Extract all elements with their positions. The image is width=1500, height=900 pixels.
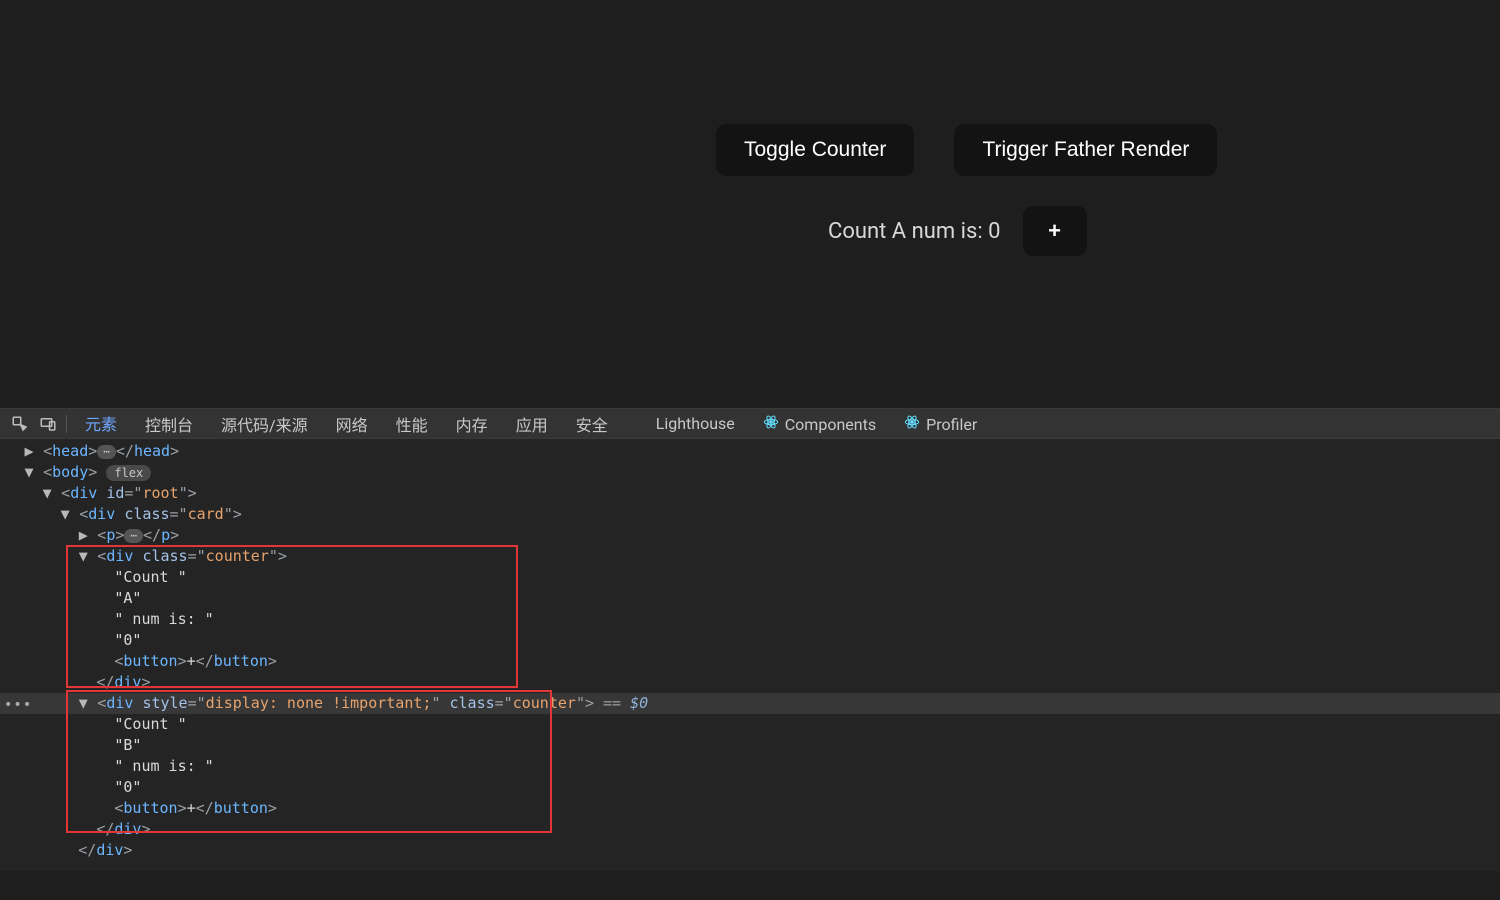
toggle-counter-button[interactable]: Toggle Counter [716, 124, 914, 176]
dom-node-counter-a-close[interactable]: </div> [0, 672, 1500, 693]
dom-node-counter-b-selected[interactable]: ▼ <div style="display: none !important;"… [0, 693, 1500, 714]
dom-node-head[interactable]: ▶ <head>⋯</head> [0, 441, 1500, 462]
dom-node-card-close[interactable]: </div> [0, 840, 1500, 861]
counter-label: Count A num is: 0 [828, 219, 1001, 244]
tab-sources[interactable]: 源代码/来源 [207, 408, 322, 440]
dom-node-root[interactable]: ▼ <div id="root"> [0, 483, 1500, 504]
devtools-tabbar: 元素 控制台 源代码/来源 网络 性能 内存 应用 安全 Lighthouse … [0, 409, 1500, 439]
dom-node-card[interactable]: ▼ <div class="card"> [0, 504, 1500, 525]
dom-text-numis-b[interactable]: " num is: " [0, 756, 1500, 777]
tab-security[interactable]: 安全 [562, 408, 622, 440]
dom-text-count[interactable]: "Count " [0, 567, 1500, 588]
dom-node-body[interactable]: ▼ <body> flex [0, 462, 1500, 483]
tab-memory[interactable]: 内存 [442, 408, 502, 440]
tabbar-separator [66, 415, 67, 433]
gutter-more-icon[interactable]: ••• [4, 695, 32, 716]
react-icon [763, 414, 779, 430]
tab-network[interactable]: 网络 [322, 408, 382, 440]
tab-profiler[interactable]: Profiler [890, 410, 991, 438]
tab-components-label: Components [785, 415, 876, 434]
tab-console[interactable]: 控制台 [131, 408, 207, 440]
dom-text-a[interactable]: "A" [0, 588, 1500, 609]
devtools-panel: 元素 控制台 源代码/来源 网络 性能 内存 应用 安全 Lighthouse … [0, 408, 1500, 871]
dom-node-button-b[interactable]: <button>+</button> [0, 798, 1500, 819]
dom-text-zero[interactable]: "0" [0, 630, 1500, 651]
dom-node-p[interactable]: ▶ <p>⋯</p> [0, 525, 1500, 546]
dom-text-numis[interactable]: " num is: " [0, 609, 1500, 630]
dom-text-b[interactable]: "B" [0, 735, 1500, 756]
tab-lighthouse[interactable]: Lighthouse [642, 410, 749, 437]
flex-badge[interactable]: flex [106, 465, 151, 481]
tab-performance[interactable]: 性能 [382, 408, 442, 440]
app-viewport: Toggle Counter Trigger Father Render Cou… [0, 0, 1500, 408]
react-icon [904, 414, 920, 430]
inspect-element-icon[interactable] [6, 410, 34, 438]
trigger-father-render-button[interactable]: Trigger Father Render [954, 124, 1217, 176]
dom-text-zero-b[interactable]: "0" [0, 777, 1500, 798]
counter-row: Count A num is: 0 + [828, 206, 1087, 256]
dom-node-counter-a[interactable]: ▼ <div class="counter"> [0, 546, 1500, 567]
dom-text-count-b[interactable]: "Count " [0, 714, 1500, 735]
device-toolbar-icon[interactable] [34, 410, 62, 438]
tab-elements[interactable]: 元素 [71, 407, 131, 441]
tab-application[interactable]: 应用 [502, 408, 562, 440]
tab-profiler-label: Profiler [926, 415, 977, 434]
elements-dom-tree[interactable]: ••• ▶ <head>⋯</head> ▼ <body> flex ▼ <di… [0, 439, 1500, 871]
increment-button[interactable]: + [1023, 206, 1087, 256]
dom-node-button-a[interactable]: <button>+</button> [0, 651, 1500, 672]
tab-components[interactable]: Components [749, 410, 890, 438]
dom-node-counter-b-close[interactable]: </div> [0, 819, 1500, 840]
button-row: Toggle Counter Trigger Father Render [716, 124, 1217, 176]
